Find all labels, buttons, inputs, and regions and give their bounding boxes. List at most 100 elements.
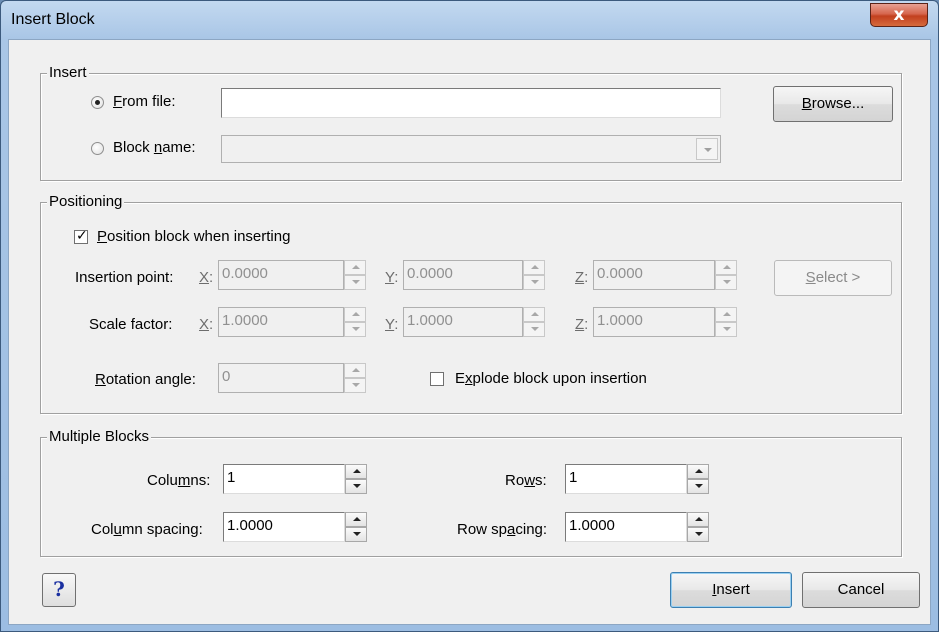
spin-up-button[interactable] bbox=[344, 363, 366, 378]
select-button[interactable]: Select > bbox=[774, 260, 892, 296]
chevron-down-icon bbox=[352, 327, 360, 331]
scale-factor-z-input[interactable]: 1.0000 bbox=[593, 307, 715, 337]
column-spacing-spinner[interactable] bbox=[345, 512, 367, 542]
dialog-client-area: Insert From file: Browse... Block name: … bbox=[8, 39, 931, 625]
rotation-angle-input[interactable]: 0 bbox=[218, 363, 344, 393]
help-icon: ? bbox=[53, 577, 65, 601]
help-button[interactable]: ? bbox=[42, 573, 76, 607]
insertion-point-y-input[interactable]: 0.0000 bbox=[403, 260, 523, 290]
chevron-down-icon bbox=[704, 148, 712, 152]
block-name-radio[interactable] bbox=[91, 142, 104, 155]
scale-factor-y-spinner[interactable] bbox=[523, 307, 545, 337]
spin-down-button[interactable] bbox=[344, 322, 366, 337]
radio-selected-dot bbox=[95, 100, 100, 105]
from-file-label[interactable]: From file: bbox=[113, 93, 176, 110]
columns-spinner[interactable] bbox=[345, 464, 367, 494]
chevron-up-icon bbox=[695, 517, 703, 521]
spin-up-button[interactable] bbox=[687, 464, 709, 479]
chevron-down-icon bbox=[723, 327, 731, 331]
columns-label: Columns: bbox=[147, 472, 211, 489]
chevron-down-icon bbox=[352, 280, 360, 284]
insertion-point-y-label: Y: bbox=[385, 269, 399, 286]
scale-factor-x-spinner[interactable] bbox=[344, 307, 366, 337]
chevron-down-icon bbox=[531, 280, 539, 284]
columns-input[interactable]: 1 bbox=[223, 464, 345, 494]
chevron-down-icon bbox=[695, 532, 703, 536]
column-spacing-input[interactable]: 1.0000 bbox=[223, 512, 345, 542]
title-bar[interactable]: Insert Block x bbox=[1, 1, 938, 41]
position-when-inserting-checkbox[interactable]: ✓ bbox=[74, 228, 88, 244]
scale-factor-x-label: X: bbox=[199, 316, 214, 333]
from-file-input[interactable] bbox=[221, 88, 721, 118]
spin-down-button[interactable] bbox=[344, 275, 366, 290]
spin-down-button[interactable] bbox=[715, 322, 737, 337]
chevron-up-icon bbox=[695, 469, 703, 473]
window-title: Insert Block bbox=[11, 11, 95, 28]
spin-up-button[interactable] bbox=[344, 260, 366, 275]
dropdown-arrow-button[interactable] bbox=[696, 138, 718, 160]
insertion-point-label: Insertion point: bbox=[75, 269, 174, 286]
rows-spinner[interactable] bbox=[687, 464, 709, 494]
close-button[interactable]: x bbox=[870, 3, 928, 27]
spin-up-button[interactable] bbox=[345, 512, 367, 527]
spin-down-button[interactable] bbox=[523, 322, 545, 337]
spin-up-button[interactable] bbox=[345, 464, 367, 479]
chevron-down-icon bbox=[353, 484, 361, 488]
row-spacing-input[interactable]: 1.0000 bbox=[565, 512, 687, 542]
scale-factor-z-label: Z: bbox=[575, 316, 589, 333]
spin-down-button[interactable] bbox=[345, 527, 367, 542]
insertion-point-x-spinner[interactable] bbox=[344, 260, 366, 290]
insertion-point-x-input[interactable]: 0.0000 bbox=[218, 260, 344, 290]
chevron-up-icon bbox=[353, 517, 361, 521]
spin-up-button[interactable] bbox=[523, 260, 545, 275]
insertion-point-z-label: Z: bbox=[575, 269, 589, 286]
insertion-point-y-spinner[interactable] bbox=[523, 260, 545, 290]
chevron-down-icon bbox=[352, 383, 360, 387]
chevron-up-icon bbox=[723, 312, 731, 316]
insertion-point-z-input[interactable]: 0.0000 bbox=[593, 260, 715, 290]
insert-button[interactable]: Insert bbox=[670, 572, 792, 608]
scale-factor-z-spinner[interactable] bbox=[715, 307, 737, 337]
scale-factor-y-input[interactable]: 1.0000 bbox=[403, 307, 523, 337]
checkmark-icon: ✓ bbox=[76, 228, 88, 244]
rotation-angle-spinner[interactable] bbox=[344, 363, 366, 393]
chevron-up-icon bbox=[531, 312, 539, 316]
position-when-inserting-label[interactable]: Position block when inserting bbox=[97, 228, 290, 245]
explode-label[interactable]: Explode block upon insertion bbox=[455, 370, 647, 387]
spin-up-button[interactable] bbox=[344, 307, 366, 322]
chevron-up-icon bbox=[352, 265, 360, 269]
spin-down-button[interactable] bbox=[687, 527, 709, 542]
insertion-point-x-label: X: bbox=[199, 269, 214, 286]
chevron-down-icon bbox=[353, 532, 361, 536]
multiple-blocks-group-label: Multiple Blocks bbox=[47, 428, 152, 445]
rows-input[interactable]: 1 bbox=[565, 464, 687, 494]
block-name-dropdown[interactable] bbox=[221, 135, 721, 163]
insert-group-label: Insert bbox=[47, 64, 89, 81]
spin-up-button[interactable] bbox=[715, 260, 737, 275]
scale-factor-x-input[interactable]: 1.0000 bbox=[218, 307, 344, 337]
spin-up-button[interactable] bbox=[715, 307, 737, 322]
column-spacing-label: Column spacing: bbox=[91, 521, 203, 538]
insertion-point-z-spinner[interactable] bbox=[715, 260, 737, 290]
spin-down-button[interactable] bbox=[687, 479, 709, 494]
spin-up-button[interactable] bbox=[523, 307, 545, 322]
explode-checkbox[interactable] bbox=[430, 372, 444, 386]
spin-down-button[interactable] bbox=[715, 275, 737, 290]
cancel-button[interactable]: Cancel bbox=[802, 572, 920, 608]
scale-factor-y-label: Y: bbox=[385, 316, 399, 333]
from-file-radio[interactable] bbox=[91, 96, 104, 109]
scale-factor-label: Scale factor: bbox=[89, 316, 173, 333]
chevron-up-icon bbox=[353, 469, 361, 473]
browse-button[interactable]: Browse... bbox=[773, 86, 893, 122]
chevron-up-icon bbox=[352, 312, 360, 316]
chevron-down-icon bbox=[531, 327, 539, 331]
spin-down-button[interactable] bbox=[523, 275, 545, 290]
spin-up-button[interactable] bbox=[687, 512, 709, 527]
block-name-label[interactable]: Block name: bbox=[113, 139, 196, 156]
spin-down-button[interactable] bbox=[344, 378, 366, 393]
spin-down-button[interactable] bbox=[345, 479, 367, 494]
chevron-up-icon bbox=[723, 265, 731, 269]
chevron-up-icon bbox=[352, 368, 360, 372]
row-spacing-spinner[interactable] bbox=[687, 512, 709, 542]
chevron-down-icon bbox=[723, 280, 731, 284]
